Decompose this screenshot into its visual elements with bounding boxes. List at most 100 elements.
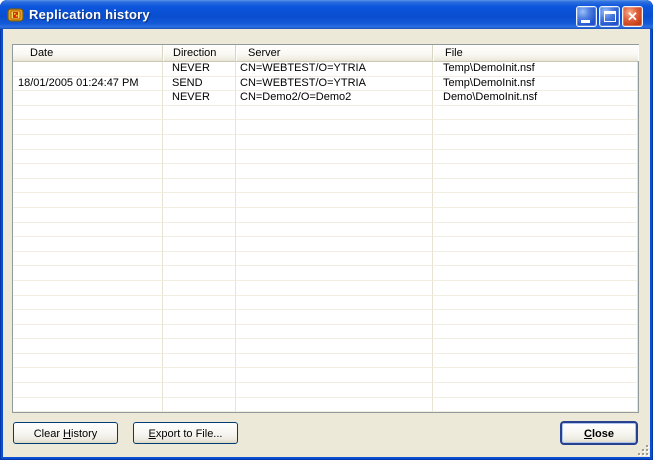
cell-file bbox=[433, 325, 638, 340]
table-row-empty bbox=[13, 354, 638, 369]
cell-date bbox=[13, 281, 163, 296]
cell-server bbox=[236, 325, 433, 340]
cell-date bbox=[13, 223, 163, 238]
cell-direction bbox=[163, 179, 236, 194]
resize-grip[interactable] bbox=[637, 444, 650, 457]
cell-date bbox=[13, 164, 163, 179]
cell-direction bbox=[163, 281, 236, 296]
cell-file bbox=[433, 150, 638, 165]
cell-server bbox=[236, 179, 433, 194]
cell-direction bbox=[163, 106, 236, 121]
cell-date bbox=[13, 252, 163, 267]
cell-file bbox=[433, 281, 638, 296]
cell-file bbox=[433, 193, 638, 208]
table-row[interactable]: 18/01/2005 01:24:47 PMSENDCN=WEBTEST/O=Y… bbox=[13, 77, 638, 92]
cell-date: 18/01/2005 01:24:47 PM bbox=[13, 77, 163, 92]
cell-direction bbox=[163, 296, 236, 311]
cell-server bbox=[236, 398, 433, 412]
cell-server bbox=[236, 237, 433, 252]
app-icon bbox=[6, 5, 25, 24]
close-icon: ✕ bbox=[623, 7, 642, 26]
column-header-file[interactable]: File bbox=[433, 45, 638, 61]
column-header-server[interactable]: Server bbox=[236, 45, 433, 61]
table-row-empty bbox=[13, 164, 638, 179]
export-to-file-button[interactable]: Export to File... bbox=[133, 422, 238, 444]
cell-file bbox=[433, 368, 638, 383]
table-body: NEVERCN=WEBTEST/O=YTRIATemp\DemoInit.nsf… bbox=[13, 62, 638, 412]
table-row[interactable]: NEVERCN=WEBTEST/O=YTRIATemp\DemoInit.nsf bbox=[13, 62, 638, 77]
dialog-body: Date Direction Server File NEVERCN=WEBTE… bbox=[3, 29, 650, 457]
cell-file bbox=[433, 223, 638, 238]
table-row-empty bbox=[13, 193, 638, 208]
titlebar-close-button[interactable]: ✕ bbox=[622, 6, 643, 27]
cell-server bbox=[236, 135, 433, 150]
titlebar[interactable]: Replication history ✕ bbox=[0, 0, 653, 30]
replication-history-table: Date Direction Server File NEVERCN=WEBTE… bbox=[12, 44, 639, 413]
cell-file bbox=[433, 237, 638, 252]
cell-server bbox=[236, 223, 433, 238]
cell-file bbox=[433, 164, 638, 179]
cell-direction bbox=[163, 339, 236, 354]
cell-direction bbox=[163, 237, 236, 252]
cell-date bbox=[13, 325, 163, 340]
table-row-empty bbox=[13, 368, 638, 383]
cell-server: CN=WEBTEST/O=YTRIA bbox=[236, 62, 433, 77]
cell-date bbox=[13, 135, 163, 150]
cell-date bbox=[13, 193, 163, 208]
table-row-empty bbox=[13, 223, 638, 238]
clear-history-button[interactable]: Clear History bbox=[13, 422, 118, 444]
table-row-empty bbox=[13, 106, 638, 121]
table-row-empty bbox=[13, 120, 638, 135]
window-title: Replication history bbox=[29, 7, 150, 22]
cell-file bbox=[433, 252, 638, 267]
table-row-empty bbox=[13, 296, 638, 311]
table-row-empty bbox=[13, 135, 638, 150]
minimize-button[interactable] bbox=[576, 6, 597, 27]
maximize-button[interactable] bbox=[599, 6, 620, 27]
table-row-empty bbox=[13, 339, 638, 354]
close-button[interactable]: Close bbox=[560, 421, 638, 445]
table-row[interactable]: NEVERCN=Demo2/O=Demo2Demo\DemoInit.nsf bbox=[13, 91, 638, 106]
cell-server: CN=WEBTEST/O=YTRIA bbox=[236, 77, 433, 92]
cell-direction: NEVER bbox=[163, 62, 236, 77]
cell-date bbox=[13, 120, 163, 135]
cell-date bbox=[13, 398, 163, 412]
cell-direction bbox=[163, 252, 236, 267]
maximize-icon bbox=[604, 11, 616, 22]
table-row-empty bbox=[13, 266, 638, 281]
cell-direction bbox=[163, 383, 236, 398]
column-header-date[interactable]: Date bbox=[13, 45, 163, 61]
cell-file bbox=[433, 266, 638, 281]
column-header-direction[interactable]: Direction bbox=[163, 45, 236, 61]
cell-server bbox=[236, 164, 433, 179]
cell-file bbox=[433, 354, 638, 369]
cell-direction bbox=[163, 164, 236, 179]
cell-file bbox=[433, 310, 638, 325]
cell-file: Demo\DemoInit.nsf bbox=[433, 91, 638, 106]
cell-server bbox=[236, 106, 433, 121]
table-row-empty bbox=[13, 208, 638, 223]
cell-file: Temp\DemoInit.nsf bbox=[433, 62, 638, 77]
cell-direction bbox=[163, 398, 236, 412]
cell-server bbox=[236, 208, 433, 223]
table-row-empty bbox=[13, 150, 638, 165]
cell-server bbox=[236, 150, 433, 165]
cell-direction bbox=[163, 150, 236, 165]
table-row-empty bbox=[13, 325, 638, 340]
cell-file bbox=[433, 296, 638, 311]
minimize-icon bbox=[581, 20, 590, 23]
cell-direction bbox=[163, 310, 236, 325]
cell-server bbox=[236, 310, 433, 325]
cell-date bbox=[13, 106, 163, 121]
cell-direction bbox=[163, 266, 236, 281]
cell-date bbox=[13, 62, 163, 77]
cell-date bbox=[13, 310, 163, 325]
cell-direction bbox=[163, 135, 236, 150]
cell-server bbox=[236, 383, 433, 398]
cell-file bbox=[433, 120, 638, 135]
cell-server bbox=[236, 354, 433, 369]
cell-server bbox=[236, 252, 433, 267]
cell-date bbox=[13, 91, 163, 106]
table-row-empty bbox=[13, 252, 638, 267]
cell-file bbox=[433, 135, 638, 150]
